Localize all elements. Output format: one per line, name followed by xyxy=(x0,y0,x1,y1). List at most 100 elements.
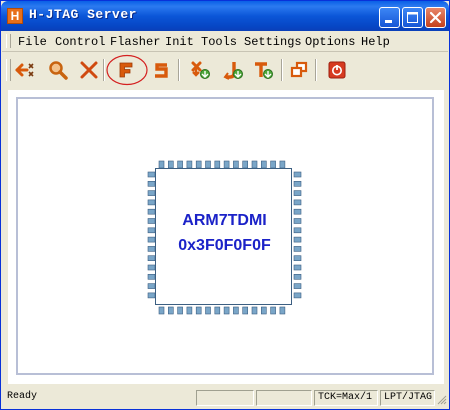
chip-pin xyxy=(293,180,302,187)
chip-pin xyxy=(279,160,286,169)
detect-arrow-icon xyxy=(15,63,34,77)
toolbar-separator xyxy=(281,59,283,81)
app-icon[interactable]: H xyxy=(7,8,23,24)
chip-pin xyxy=(147,190,156,196)
power-button[interactable] xyxy=(326,59,348,81)
chip-pin xyxy=(270,160,276,169)
chip-pin xyxy=(177,306,183,315)
chip-pin xyxy=(293,274,302,280)
chip-pin xyxy=(233,160,239,169)
menu-file[interactable]: File xyxy=(18,35,47,49)
chip-pin xyxy=(158,306,165,315)
highlight-circle-mark xyxy=(106,54,148,86)
menu-tools[interactable]: Tools xyxy=(201,35,237,49)
chip-pin xyxy=(293,190,302,196)
chip-pin xyxy=(186,306,193,315)
chip-pin xyxy=(293,255,302,261)
status-state: Ready xyxy=(7,391,38,402)
chip-pin xyxy=(147,274,156,280)
app-window: H H-JTAG Server File Control Flasher Ini… xyxy=(0,0,450,410)
status-pane-2 xyxy=(196,390,254,406)
menu-init[interactable]: Init xyxy=(165,35,194,49)
minimize-icon xyxy=(385,20,392,23)
close-icon xyxy=(429,11,442,24)
close-x-icon xyxy=(80,61,98,79)
maximize-icon xyxy=(407,12,418,23)
chip-pin xyxy=(195,160,202,169)
chip-pin xyxy=(147,255,156,261)
menu-flasher[interactable]: Flasher xyxy=(110,35,160,49)
target-chip: ARM7TDMI 0x3F0F0F0F xyxy=(147,160,302,315)
chip-pin xyxy=(186,160,193,169)
chip-pin xyxy=(205,306,211,315)
chip-pin xyxy=(293,199,302,206)
chip-pin xyxy=(147,283,156,289)
minimize-button[interactable] xyxy=(379,7,400,28)
chip-pin xyxy=(279,306,286,315)
chip-pin xyxy=(167,306,174,315)
chip-pin xyxy=(147,199,156,206)
resize-grip-icon[interactable] xyxy=(436,394,447,405)
chip-pin xyxy=(261,160,267,169)
disconnect-button[interactable] xyxy=(78,59,100,81)
status-pane-3 xyxy=(256,390,312,406)
chip-pin xyxy=(242,306,248,315)
jtag-download-button[interactable] xyxy=(222,59,244,81)
chip-pin xyxy=(261,306,267,315)
target-download-button[interactable] xyxy=(252,59,274,81)
detect-target-button[interactable] xyxy=(14,59,36,81)
chip-pin xyxy=(214,306,221,315)
search-button[interactable] xyxy=(47,59,69,81)
title-bar[interactable]: H H-JTAG Server xyxy=(1,1,449,31)
chip-pin xyxy=(147,264,156,271)
chip-pin xyxy=(251,306,258,315)
window-button[interactable] xyxy=(288,59,310,81)
chip-pin xyxy=(242,160,248,169)
chip-pin xyxy=(293,292,302,299)
status-interface: LPT/JTAG xyxy=(380,390,435,406)
menu-control[interactable]: Control xyxy=(55,35,105,49)
chip-pin xyxy=(223,160,230,169)
status-tck: TCK=Max/1 xyxy=(314,390,378,406)
chip-pin xyxy=(293,283,302,289)
window-title: H-JTAG Server xyxy=(29,7,137,22)
tool-download-button[interactable] xyxy=(190,59,212,81)
maximize-button[interactable] xyxy=(402,7,423,28)
chip-pin xyxy=(251,160,258,169)
menu-grip[interactable] xyxy=(6,34,11,48)
chip-pin xyxy=(147,292,156,299)
toolbar-grip[interactable] xyxy=(6,59,11,81)
chip-pin xyxy=(293,264,302,271)
chip-pin xyxy=(177,160,183,169)
search-icon xyxy=(49,61,68,80)
tool-arrow-icon xyxy=(191,61,210,79)
chip-pin xyxy=(147,171,156,178)
toolbar xyxy=(2,53,448,87)
script-button[interactable] xyxy=(150,59,172,81)
chip-pin xyxy=(158,160,165,169)
toolbar-separator xyxy=(315,59,317,81)
menu-settings[interactable]: Settings xyxy=(244,35,302,49)
chip-pin xyxy=(167,160,174,169)
close-button[interactable] xyxy=(425,7,446,28)
t-arrow-icon xyxy=(255,62,273,79)
target-core-label: ARM7TDMI xyxy=(182,212,267,229)
chip-pin xyxy=(233,306,239,315)
chip-pin xyxy=(223,306,230,315)
menu-bar: File Control Flasher Init Tools Settings… xyxy=(2,32,448,52)
chip-pin xyxy=(214,160,221,169)
menu-help[interactable]: Help xyxy=(361,35,390,49)
chip-pin xyxy=(270,306,276,315)
chip-pin xyxy=(293,171,302,178)
status-bar: Ready TCK=Max/1 LPT/JTAG xyxy=(2,388,448,409)
target-id-label: 0x3F0F0F0F xyxy=(178,237,271,254)
chip-pin xyxy=(147,180,156,187)
window-icon xyxy=(290,61,308,78)
chip-pin xyxy=(195,306,202,315)
j-arrow-icon xyxy=(223,62,243,80)
menu-options[interactable]: Options xyxy=(305,35,355,49)
toolbar-separator xyxy=(178,59,180,81)
chip-pin xyxy=(205,160,211,169)
power-icon xyxy=(328,61,346,79)
s-icon xyxy=(155,63,168,78)
